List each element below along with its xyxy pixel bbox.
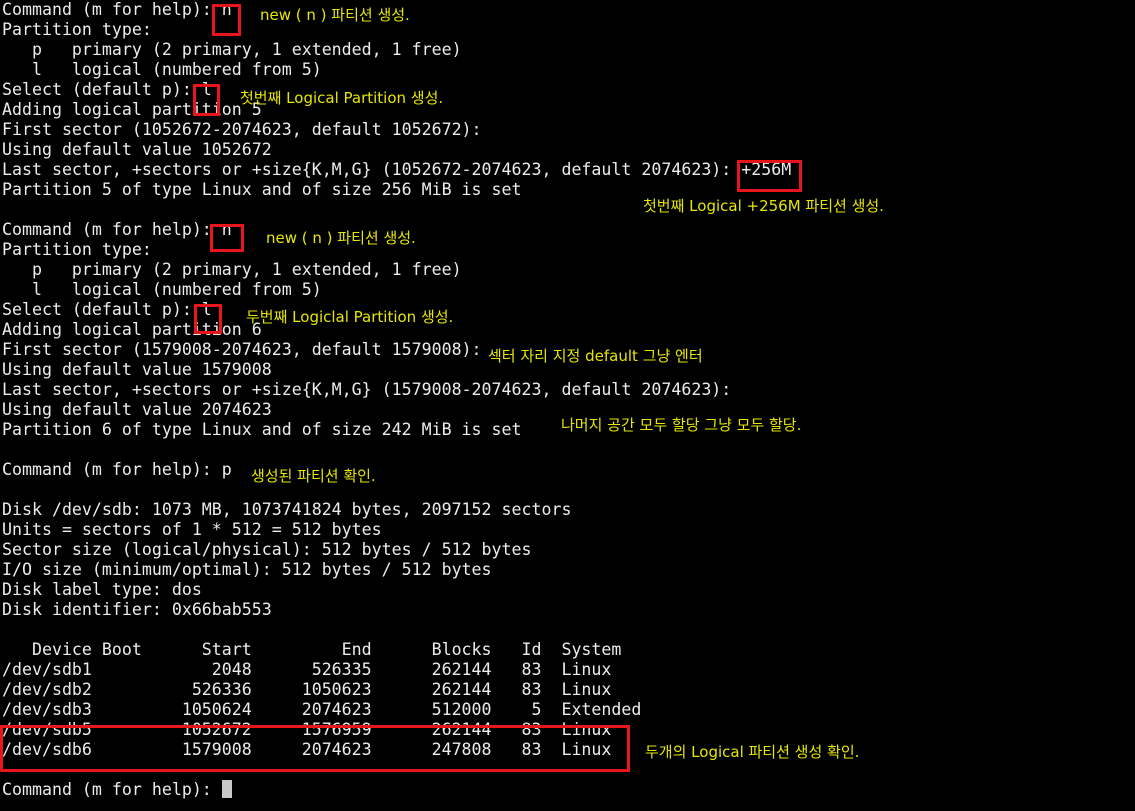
table-row: /dev/sdb3 1050624 2074623 512000 5 Exten… bbox=[2, 700, 642, 719]
command-prompt[interactable]: Command (m for help): bbox=[2, 780, 791, 800]
highlight-box-logical-partitions bbox=[0, 725, 630, 772]
terminal-line: Disk identifier: 0x66bab553 bbox=[2, 600, 272, 619]
table-row: /dev/sdb2 526336 1050623 262144 83 Linux bbox=[2, 680, 612, 699]
terminal-line: First sector (1052672-2074623, default 1… bbox=[2, 120, 482, 139]
highlight-box-256m bbox=[737, 160, 802, 192]
terminal-line: Disk /dev/sdb: 1073 MB, 1073741824 bytes… bbox=[2, 500, 572, 519]
annotation-first-sector-default: 섹터 자리 지정 default 그냥 엔터 bbox=[488, 347, 703, 365]
annotation-new-partition-2: new ( n ) 파티션 생성. bbox=[266, 229, 416, 247]
annotation-first-logical-256m: 첫번째 Logical +256M 파티션 생성. bbox=[643, 197, 884, 215]
terminal-line: l logical (numbered from 5) bbox=[2, 280, 322, 299]
terminal-line: Units = sectors of 1 * 512 = 512 bytes bbox=[2, 520, 382, 539]
annotation-allocate-remaining: 나머지 공간 모두 할당 그냥 모두 할당. bbox=[561, 416, 802, 434]
terminal-output[interactable]: Command (m for help): n Partition type: … bbox=[2, 0, 791, 800]
terminal-line: Disk label type: dos bbox=[2, 580, 202, 599]
terminal-line: I/O size (minimum/optimal): 512 bytes / … bbox=[2, 560, 492, 579]
terminal-line: Using default value 1052672 bbox=[2, 140, 272, 159]
table-header: Device Boot Start End Blocks Id System bbox=[2, 640, 622, 659]
terminal-line: p primary (2 primary, 1 extended, 1 free… bbox=[2, 260, 462, 279]
terminal-line: Last sector, +sectors or +size{K,M,G} (1… bbox=[2, 160, 792, 179]
text-cursor bbox=[221, 780, 232, 798]
terminal-line: Sector size (logical/physical): 512 byte… bbox=[2, 540, 532, 559]
terminal-line: l logical (numbered from 5) bbox=[2, 60, 322, 79]
highlight-box-l2 bbox=[194, 304, 222, 334]
highlight-box-l1 bbox=[193, 84, 220, 116]
highlight-box-n2 bbox=[210, 224, 244, 252]
terminal-line: p primary (2 primary, 1 extended, 1 free… bbox=[2, 40, 462, 59]
terminal-line: Command (m for help): p bbox=[2, 460, 232, 479]
annotation-second-logical: 두번째 Logiclal Partition 생성. bbox=[246, 308, 454, 326]
annotation-new-partition-1: new ( n ) 파티션 생성. bbox=[260, 6, 410, 24]
table-row: /dev/sdb1 2048 526335 262144 83 Linux bbox=[2, 660, 612, 679]
terminal-line: Last sector, +sectors or +size{K,M,G} (1… bbox=[2, 380, 732, 399]
annotation-two-logical-confirmed: 두개의 Logical 파티션 생성 확인. bbox=[645, 743, 860, 761]
prompt-text: Command (m for help): bbox=[2, 780, 222, 799]
highlight-box-n1 bbox=[212, 4, 241, 36]
annotation-check-partitions: 생성된 파티션 확인. bbox=[251, 467, 376, 485]
annotation-first-logical: 첫번째 Logical Partition 생성. bbox=[240, 89, 444, 107]
